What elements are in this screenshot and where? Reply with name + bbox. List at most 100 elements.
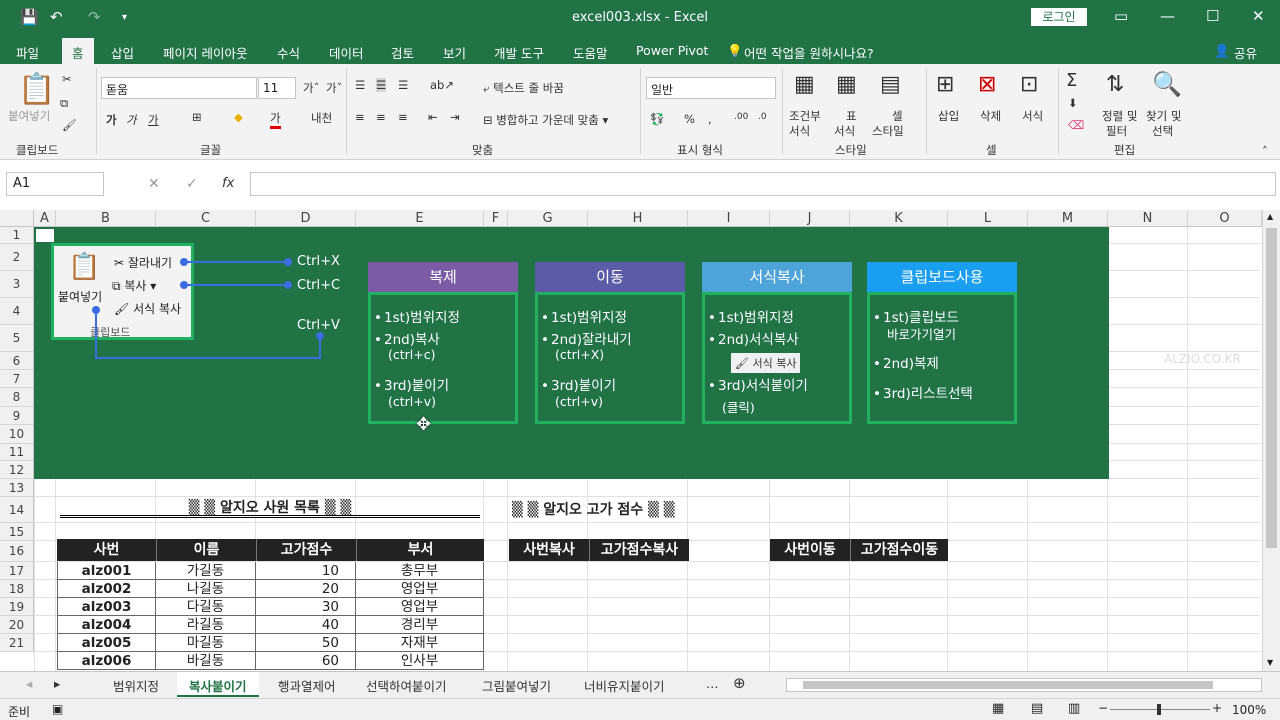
- row-header[interactable]: 2: [0, 244, 34, 271]
- format-painter-icon[interactable]: 🖌: [62, 118, 77, 132]
- row-header[interactable]: 13: [0, 479, 34, 497]
- phonetic-icon[interactable]: 내천: [311, 110, 332, 126]
- orientation-icon[interactable]: ab↗: [430, 78, 454, 92]
- table-cell[interactable]: 20: [256, 580, 356, 598]
- find-select-icon[interactable]: 🔍: [1152, 70, 1182, 98]
- maximize-icon[interactable]: ☐: [1206, 7, 1219, 25]
- format-table-icon[interactable]: ▦: [836, 72, 857, 97]
- decrease-indent-icon[interactable]: ⇤: [428, 110, 438, 124]
- column-header[interactable]: G: [508, 210, 588, 227]
- row-header[interactable]: 15: [0, 523, 34, 541]
- insert-cells-button[interactable]: 삽입: [938, 108, 959, 124]
- tell-me-input[interactable]: 어떤 작업을 원하시나요?: [744, 43, 874, 62]
- table-cell[interactable]: alz002: [57, 580, 156, 598]
- conditional-format-icon[interactable]: ▦: [794, 72, 815, 97]
- copy-icon[interactable]: ⧉: [60, 96, 68, 111]
- row-header[interactable]: 8: [0, 388, 34, 407]
- enter-icon[interactable]: ✓: [186, 176, 198, 192]
- sheet-tab-2[interactable]: 복사붙이기: [177, 672, 259, 697]
- insert-function-icon[interactable]: fx: [222, 176, 234, 191]
- shrink-font-icon[interactable]: 가ˇ: [326, 80, 342, 96]
- row-header[interactable]: 1: [0, 227, 34, 244]
- share-button[interactable]: 공유: [1234, 43, 1257, 62]
- cell-styles-icon[interactable]: ▤: [880, 72, 901, 97]
- table-cell[interactable]: 영업부: [356, 580, 484, 598]
- column-header[interactable]: L: [948, 210, 1028, 227]
- bold-icon[interactable]: 가: [106, 112, 117, 128]
- add-sheet-icon[interactable]: ⊕: [733, 674, 746, 692]
- select-all-button[interactable]: [0, 210, 34, 227]
- table-cell[interactable]: alz005: [57, 634, 156, 652]
- scroll-up-icon[interactable]: ▲: [1267, 212, 1273, 221]
- sheet-tab-3[interactable]: 행과열제어: [278, 676, 336, 695]
- find-select-label[interactable]: 찾기 및: [1146, 108, 1181, 124]
- row-header[interactable]: 17: [0, 562, 34, 580]
- font-color-icon[interactable]: 가: [270, 110, 281, 129]
- zoom-out-icon[interactable]: −: [1098, 701, 1108, 715]
- row-header[interactable]: 21: [0, 634, 34, 652]
- h-scroll-thumb[interactable]: [803, 681, 1213, 689]
- table-cell[interactable]: 자재부: [356, 634, 484, 652]
- delete-cells-button[interactable]: 삭제: [980, 108, 1001, 124]
- align-bottom-icon[interactable]: ☰: [398, 78, 408, 92]
- tab-developer[interactable]: 개발 도구: [494, 43, 544, 62]
- table-cell[interactable]: 40: [256, 616, 356, 634]
- row-header[interactable]: 7: [0, 370, 34, 388]
- sort-filter-label2[interactable]: 필터: [1106, 123, 1127, 139]
- cell-styles-label2[interactable]: 스타일: [872, 123, 904, 139]
- paste-icon[interactable]: 📋: [18, 72, 55, 107]
- align-left-icon[interactable]: ≡: [355, 110, 365, 124]
- table-cell[interactable]: 라길동: [156, 616, 256, 634]
- table-cell[interactable]: 10: [256, 562, 356, 580]
- delete-cells-icon[interactable]: ⊠: [978, 72, 996, 97]
- table-cell[interactable]: alz004: [57, 616, 156, 634]
- table-cell[interactable]: 60: [256, 652, 356, 670]
- column-header[interactable]: K: [850, 210, 948, 227]
- font-name-select[interactable]: 돋움: [101, 77, 257, 99]
- decrease-decimal-icon[interactable]: .0: [758, 112, 767, 122]
- column-header[interactable]: F: [484, 210, 508, 227]
- tab-formulas[interactable]: 수식: [277, 43, 300, 62]
- login-button[interactable]: 로그인: [1031, 8, 1087, 26]
- zoom-level[interactable]: 100%: [1232, 703, 1266, 717]
- italic-icon[interactable]: 가: [126, 112, 137, 128]
- clear-icon[interactable]: ⌫: [1068, 118, 1084, 132]
- next-sheet-icon[interactable]: ▸: [54, 676, 60, 691]
- table-cell[interactable]: alz006: [57, 652, 156, 670]
- align-top-icon[interactable]: ☰: [355, 78, 365, 92]
- tab-page-layout[interactable]: 페이지 레이아웃: [163, 43, 247, 62]
- tab-help[interactable]: 도움말: [573, 43, 608, 62]
- underline-icon[interactable]: 가: [148, 112, 159, 128]
- vertical-scrollbar[interactable]: ▲ ▼: [1262, 210, 1280, 671]
- number-format-select[interactable]: 일반: [646, 77, 776, 99]
- sort-filter-icon[interactable]: ⇅: [1106, 72, 1124, 97]
- align-center-icon[interactable]: ≡: [376, 110, 386, 124]
- percent-icon[interactable]: %: [684, 112, 695, 126]
- table-cell[interactable]: 마길동: [156, 634, 256, 652]
- user-icon[interactable]: 👤: [1214, 43, 1230, 59]
- sheet-tab-4[interactable]: 선택하여붙이기: [366, 676, 447, 695]
- page-layout-icon[interactable]: ▤: [1031, 701, 1043, 716]
- font-size-select[interactable]: 11: [258, 77, 296, 99]
- zoom-slider-thumb[interactable]: [1157, 704, 1161, 715]
- find-select-label2[interactable]: 선택: [1152, 123, 1173, 139]
- table-cell[interactable]: alz003: [57, 598, 156, 616]
- wrap-text-button[interactable]: ⤶ 텍스트 줄 바꿈: [483, 80, 564, 96]
- cancel-icon[interactable]: ✕: [148, 176, 160, 192]
- increase-decimal-icon[interactable]: .00: [734, 112, 748, 122]
- table-cell[interactable]: 총무부: [356, 562, 484, 580]
- column-header[interactable]: B: [56, 210, 156, 227]
- collapse-ribbon-icon[interactable]: ˄: [1262, 144, 1268, 158]
- row-header[interactable]: 20: [0, 616, 34, 634]
- table-cell[interactable]: alz001: [57, 562, 156, 580]
- cell-styles-label[interactable]: 셀: [892, 108, 903, 124]
- row-header[interactable]: 19: [0, 598, 34, 616]
- column-header[interactable]: C: [156, 210, 256, 227]
- table-cell[interactable]: 나길동: [156, 580, 256, 598]
- name-box[interactable]: A1: [6, 172, 104, 196]
- accounting-icon[interactable]: 💱: [650, 112, 664, 126]
- tell-me-icon[interactable]: 💡: [727, 43, 743, 59]
- format-cells-icon[interactable]: ⊡: [1020, 72, 1038, 97]
- align-right-icon[interactable]: ≡: [398, 110, 408, 124]
- column-header[interactable]: E: [356, 210, 484, 227]
